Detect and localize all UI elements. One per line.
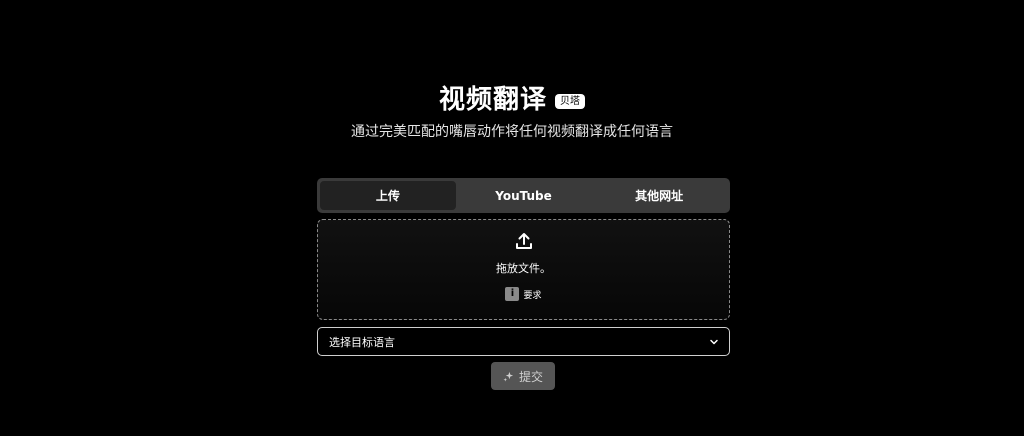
title-row: 视频翻译 贝塔 — [0, 84, 1024, 116]
page-title: 视频翻译 — [438, 85, 547, 115]
target-language-value: 选择目标语言 — [329, 335, 395, 349]
page: 视频翻译 贝塔 通过完美匹配的嘴唇动作将任何视频翻译成任何语言 上传 YouTu… — [0, 0, 1024, 436]
page-subtitle: 通过完美匹配的嘴唇动作将任何视频翻译成任何语言 — [351, 124, 673, 140]
file-dropzone[interactable]: 拖放文件。 i 要求 — [317, 219, 730, 320]
info-icon: i — [505, 287, 520, 301]
tab-upload[interactable]: 上传 — [320, 181, 456, 210]
requirements-link[interactable]: i 要求 — [318, 287, 729, 301]
beta-badge: 贝塔 — [555, 93, 585, 109]
sparkle-icon — [503, 371, 514, 382]
drop-text: 拖放文件。 — [496, 262, 551, 275]
submit-label: 提交 — [518, 369, 543, 384]
upload-icon — [516, 233, 532, 249]
tab-youtube[interactable]: YouTube — [456, 181, 592, 210]
tab-other-url[interactable]: 其他网址 — [591, 181, 727, 210]
submit-button[interactable]: 提交 — [491, 362, 555, 390]
target-language-select[interactable]: 选择目标语言 — [317, 327, 730, 356]
chevron-down-icon — [710, 339, 718, 344]
requirements-label: 要求 — [523, 290, 542, 301]
source-tabs: 上传 YouTube 其他网址 — [317, 178, 730, 213]
